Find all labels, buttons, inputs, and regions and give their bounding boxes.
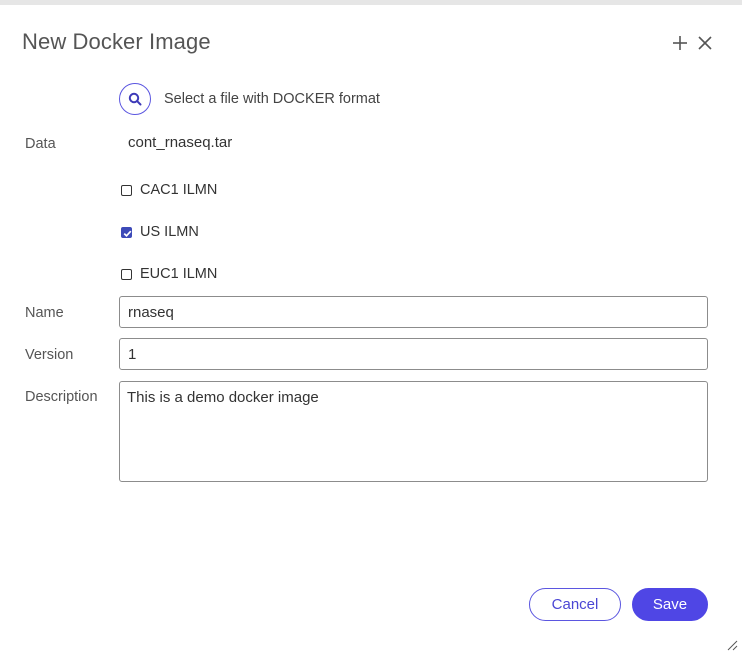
checkbox-unchecked[interactable] <box>121 268 132 280</box>
save-button[interactable]: Save <box>632 588 708 621</box>
region-label: CAC1 ILMN <box>140 182 218 198</box>
dialog-title: New Docker Image <box>22 29 211 54</box>
region-label: US ILMN <box>140 224 199 240</box>
checkmark-icon <box>123 230 132 237</box>
region-checkbox-us[interactable]: US ILMN <box>121 223 199 241</box>
description-textarea[interactable]: This is a demo docker image <box>119 381 708 482</box>
checkbox-checked[interactable] <box>121 226 132 238</box>
close-icon[interactable] <box>695 33 715 53</box>
version-input[interactable] <box>119 338 708 370</box>
cancel-button[interactable]: Cancel <box>529 588 621 621</box>
name-input[interactable] <box>119 296 708 328</box>
version-label: Version <box>25 347 74 363</box>
select-file-button[interactable] <box>119 83 151 115</box>
data-label: Data <box>25 136 56 152</box>
region-checkbox-euc1[interactable]: EUC1 ILMN <box>121 265 217 283</box>
dialog-top-edge <box>0 0 742 5</box>
name-label: Name <box>25 305 64 321</box>
select-file-hint: Select a file with DOCKER format <box>164 91 380 107</box>
search-icon <box>128 92 142 106</box>
resize-handle-icon[interactable] <box>726 638 738 651</box>
checkbox-unchecked[interactable] <box>121 184 132 196</box>
plus-icon[interactable] <box>670 33 690 53</box>
description-label: Description <box>25 389 98 405</box>
region-label: EUC1 ILMN <box>140 266 218 282</box>
region-checkbox-cac1[interactable]: CAC1 ILMN <box>121 181 217 199</box>
data-file-value: cont_rnaseq.tar <box>128 134 233 151</box>
